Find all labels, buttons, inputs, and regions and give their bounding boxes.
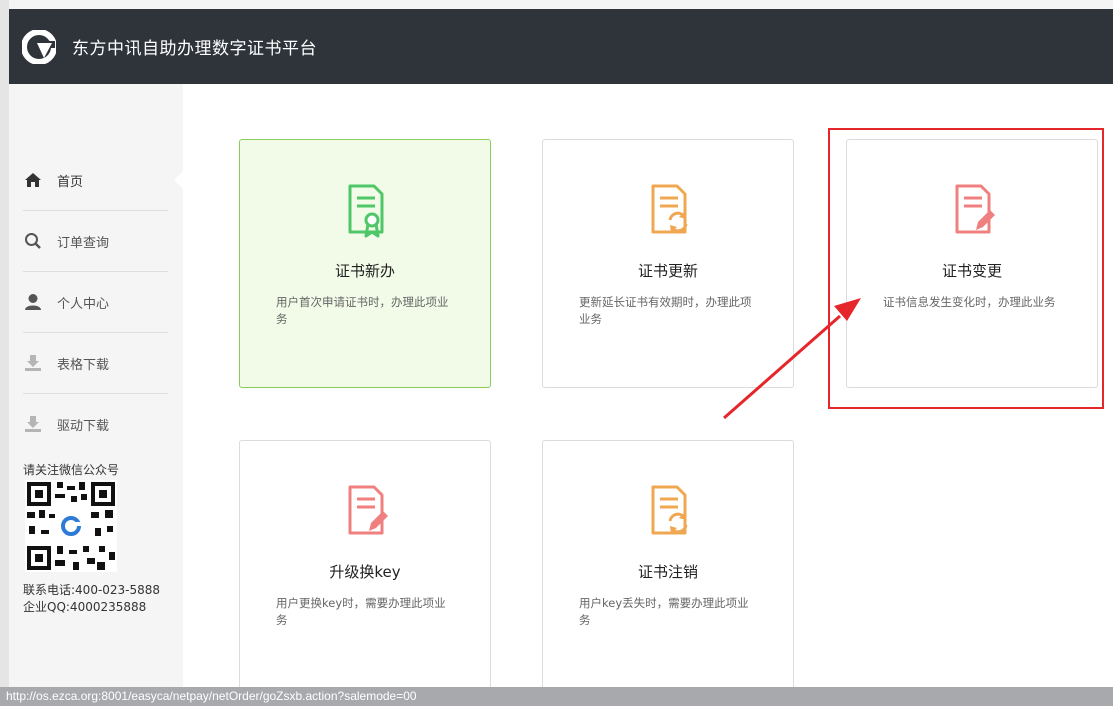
search-icon	[23, 231, 43, 251]
window-left-edge	[0, 0, 9, 706]
sidebar-item-orders[interactable]: 订单查询	[23, 211, 168, 272]
sidebar: 首页 订单查询 个人中心 表格下载 驱动下载 请关注微信公众号 联系电话:400…	[9, 84, 184, 687]
browser-status-url: http://os.ezca.org:8001/easyca/netpay/ne…	[0, 687, 1113, 706]
contact-info: 联系电话:400-023-5888 企业QQ:4000235888	[23, 582, 160, 616]
window-top-edge	[9, 0, 1113, 9]
sidebar-item-home[interactable]: 首页	[23, 150, 184, 211]
card-title: 证书新办	[334, 262, 395, 280]
sidebar-nav: 首页 订单查询 个人中心 表格下载 驱动下载	[9, 150, 184, 454]
card-description: 更新延长证书有效期时，办理此项业务	[579, 295, 752, 326]
card-upgrade-key[interactable]: 升级换key 用户更换key时，需要办理此项业务	[239, 440, 491, 689]
download-icon	[23, 414, 43, 434]
sidebar-item-profile[interactable]: 个人中心	[23, 272, 168, 333]
card-description: 用户首次申请证书时，办理此项业务	[276, 295, 449, 326]
certificate-badge-icon	[348, 184, 384, 238]
wechat-follow-text: 请关注微信公众号	[23, 463, 120, 477]
sidebar-item-label: 个人中心	[57, 296, 110, 312]
contact-phone: 联系电话:400-023-5888	[23, 583, 161, 597]
annotation-highlight-box	[828, 128, 1104, 409]
card-title: 升级换key	[329, 563, 401, 581]
app-header: 东方中讯自助办理数字证书平台	[9, 9, 1113, 84]
contact-qq: 企业QQ:4000235888	[23, 600, 147, 614]
sidebar-item-label: 驱动下载	[57, 418, 110, 434]
sidebar-item-label: 订单查询	[57, 235, 110, 251]
wechat-qr-code	[25, 480, 117, 572]
sidebar-item-driver-download[interactable]: 驱动下载	[23, 394, 168, 454]
user-icon	[23, 292, 43, 312]
card-renew-certificate[interactable]: 证书更新 更新延长证书有效期时，办理此项业务	[542, 139, 794, 388]
card-new-certificate[interactable]: 证书新办 用户首次申请证书时，办理此项业务	[239, 139, 491, 388]
card-description: 用户更换key时，需要办理此项业务	[276, 596, 446, 627]
document-edit-icon	[348, 485, 388, 535]
document-refresh-icon	[651, 184, 688, 234]
download-icon	[23, 353, 43, 373]
logo-icon	[22, 29, 56, 64]
card-title: 证书注销	[637, 563, 698, 581]
sidebar-item-form-download[interactable]: 表格下载	[23, 333, 168, 394]
home-icon	[23, 170, 43, 190]
card-description: 用户key丢失时，需要办理此项业务	[579, 596, 749, 627]
sidebar-item-label: 表格下载	[57, 357, 110, 373]
card-title: 证书更新	[637, 262, 698, 280]
document-refresh-icon	[651, 485, 688, 535]
sidebar-item-label: 首页	[57, 174, 84, 190]
app-title: 东方中讯自助办理数字证书平台	[72, 39, 317, 59]
card-revoke-certificate[interactable]: 证书注销 用户key丢失时，需要办理此项业务	[542, 440, 794, 689]
